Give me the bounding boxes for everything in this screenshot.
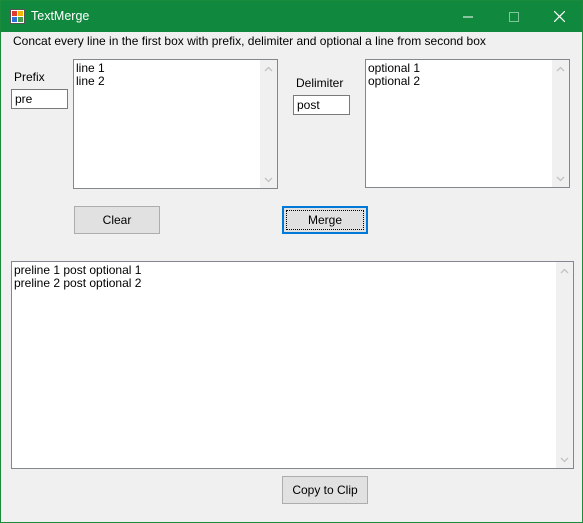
delimiter-value: post — [297, 98, 320, 112]
input-scrollbar[interactable] — [260, 60, 277, 188]
focus-rectangle — [286, 210, 364, 230]
minimize-button[interactable] — [445, 1, 490, 32]
optional-lines-textarea[interactable]: optional 1 optional 2 — [365, 59, 570, 188]
prefix-label: Prefix — [14, 70, 45, 84]
description-label: Concat every line in the first box with … — [13, 34, 486, 48]
title-bar[interactable]: TextMerge — [1, 1, 582, 32]
merge-button[interactable]: Merge — [282, 206, 368, 234]
output-textarea[interactable]: preline 1 post optional 1 preline 2 post … — [11, 261, 574, 469]
delimiter-input[interactable]: post — [293, 95, 350, 115]
scroll-down-icon — [556, 176, 565, 181]
output-lines-list: preline 1 post optional 1 preline 2 post … — [14, 264, 571, 290]
client-area: Concat every line in the first box with … — [1, 32, 582, 522]
scroll-down-button[interactable] — [260, 171, 277, 188]
output-line: preline 2 post optional 2 — [14, 276, 142, 290]
close-button[interactable] — [537, 1, 582, 32]
maximize-icon — [508, 11, 519, 22]
scroll-down-icon — [560, 457, 569, 462]
copy-button-label: Copy to Clip — [292, 483, 358, 497]
input-line: line 2 — [76, 74, 105, 88]
scroll-down-icon — [264, 177, 273, 182]
input-lines-textarea[interactable]: line 1 line 2 — [73, 59, 278, 189]
input-lines-list: line 1 line 2 — [76, 62, 275, 88]
delimiter-label: Delimiter — [296, 76, 344, 90]
optional-line: optional 2 — [368, 74, 421, 88]
app-window: TextMerge Concat every line in the first… — [0, 0, 583, 523]
app-icon — [10, 9, 25, 24]
scroll-up-icon — [556, 66, 565, 71]
optional-lines-list: optional 1 optional 2 — [368, 62, 567, 88]
scroll-up-button[interactable] — [260, 60, 277, 77]
scroll-down-button[interactable] — [556, 451, 573, 468]
copy-to-clip-button[interactable]: Copy to Clip — [282, 476, 368, 504]
input-line: line 1 — [76, 61, 105, 75]
close-icon — [554, 11, 565, 22]
window-title: TextMerge — [31, 9, 90, 23]
optional-scrollbar[interactable] — [552, 60, 569, 187]
prefix-input[interactable]: pre — [11, 89, 68, 109]
clear-button[interactable]: Clear — [74, 206, 160, 234]
scroll-up-icon — [264, 66, 273, 71]
scroll-up-button[interactable] — [552, 60, 569, 77]
clear-button-label: Clear — [102, 213, 132, 227]
prefix-value: pre — [15, 92, 33, 106]
output-scrollbar[interactable] — [556, 262, 573, 468]
scroll-down-button[interactable] — [552, 170, 569, 187]
minimize-icon — [462, 16, 473, 17]
scroll-up-icon — [560, 268, 569, 273]
maximize-button[interactable] — [491, 1, 536, 32]
scroll-up-button[interactable] — [556, 262, 573, 279]
